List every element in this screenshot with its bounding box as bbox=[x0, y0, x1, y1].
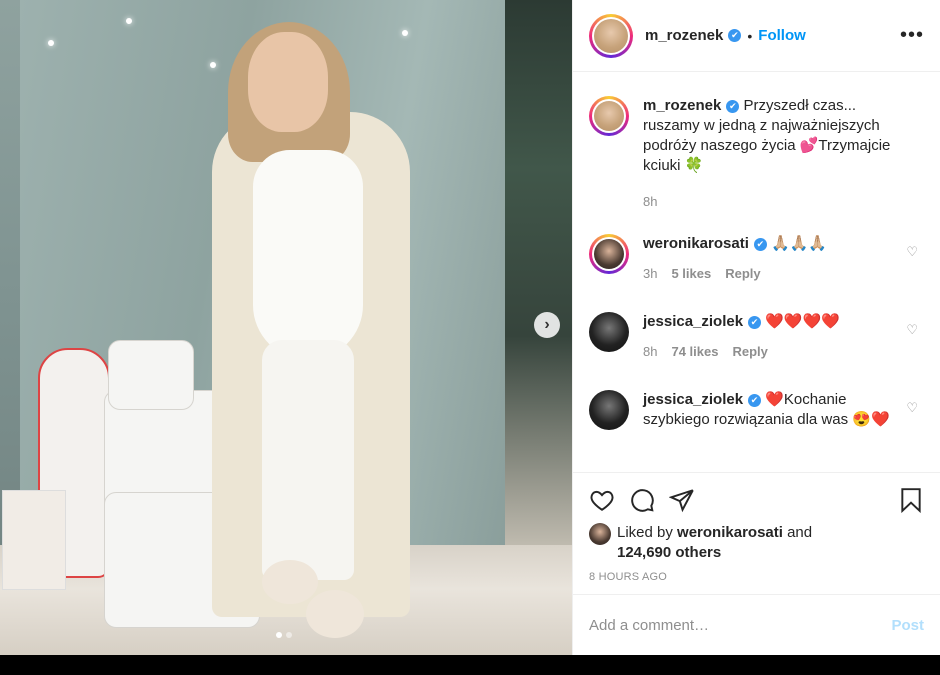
next-image-button[interactable]: › bbox=[534, 312, 560, 338]
reply-button[interactable]: Reply bbox=[732, 342, 767, 362]
author-avatar[interactable] bbox=[589, 13, 633, 58]
background-doorway bbox=[505, 0, 572, 560]
ceiling-light bbox=[402, 30, 408, 36]
verified-badge-icon: ✔ bbox=[748, 393, 762, 407]
comment-item: jessica_ziolek ✔ ❤️❤️❤️❤️ 8h 74 likes Rep… bbox=[589, 312, 924, 362]
comment-time[interactable]: 8h bbox=[643, 342, 657, 362]
carousel-indicator bbox=[276, 632, 292, 638]
carousel-dot bbox=[286, 632, 292, 638]
ceiling-light bbox=[126, 18, 132, 24]
verified-badge-icon: ✔ bbox=[748, 315, 762, 329]
fluffy-slipper bbox=[306, 590, 364, 638]
comment-icon[interactable] bbox=[629, 487, 655, 513]
post-side-panel: m_rozenek ✔ • Follow ••• m_rozenek ✔ Przy… bbox=[572, 0, 940, 655]
comment-body: weronikarosati ✔ 🙏🏼🙏🏼🙏🏼 3h 5 likes Reply bbox=[643, 234, 893, 284]
verified-badge-icon: ✔ bbox=[726, 99, 740, 113]
small-heart-icon[interactable]: ♡ bbox=[906, 244, 918, 260]
likes-summary: Liked by weronikarosati and 124,690 othe… bbox=[589, 523, 924, 563]
comment-username[interactable]: jessica_ziolek bbox=[643, 391, 743, 408]
comment-likes[interactable]: 5 likes bbox=[671, 264, 711, 284]
product-box bbox=[2, 490, 66, 590]
add-comment-bar: Post bbox=[573, 594, 940, 655]
post-comment-button[interactable]: Post bbox=[891, 617, 924, 634]
author-username[interactable]: m_rozenek bbox=[645, 27, 723, 44]
comment-avatar[interactable] bbox=[589, 312, 629, 352]
caption: m_rozenek ✔ Przyszedł czas... ruszamy w j… bbox=[589, 96, 924, 212]
liked-by-joiner: and bbox=[787, 524, 813, 541]
likes-count[interactable]: 124,690 others bbox=[617, 544, 721, 561]
fluffy-slipper bbox=[262, 560, 318, 604]
white-top bbox=[253, 150, 363, 360]
caption-body: m_rozenek ✔ Przyszedł czas... ruszamy w j… bbox=[643, 96, 893, 212]
vanity-case bbox=[108, 340, 194, 410]
small-heart-icon[interactable]: ♡ bbox=[906, 400, 918, 416]
follow-button[interactable]: Follow bbox=[758, 27, 806, 44]
comment-avatar[interactable] bbox=[589, 390, 629, 430]
comment-likes[interactable]: 74 likes bbox=[671, 342, 718, 362]
face bbox=[248, 32, 328, 132]
ceiling-light bbox=[48, 40, 54, 46]
bookmark-icon[interactable] bbox=[898, 487, 924, 513]
comment-body: jessica_ziolek ✔ ❤️❤️❤️❤️ 8h 74 likes Rep… bbox=[643, 312, 893, 362]
comment-time[interactable]: 3h bbox=[643, 264, 657, 284]
liked-by-prefix: Liked by bbox=[617, 524, 673, 541]
post-header: m_rozenek ✔ • Follow ••• bbox=[573, 0, 940, 72]
verified-badge-icon: ✔ bbox=[728, 29, 742, 42]
liker-avatar[interactable] bbox=[589, 523, 611, 545]
verified-badge-icon: ✔ bbox=[753, 237, 767, 251]
caption-time[interactable]: 8h bbox=[643, 192, 657, 212]
carousel-dot bbox=[276, 632, 282, 638]
post-timestamp[interactable]: 8 HOURS AGO bbox=[589, 571, 924, 583]
comment-item: weronikarosati ✔ 🙏🏼🙏🏼🙏🏼 3h 5 likes Reply … bbox=[589, 234, 924, 284]
more-options-icon[interactable]: ••• bbox=[900, 24, 924, 47]
action-bar: Liked by weronikarosati and 124,690 othe… bbox=[573, 472, 940, 583]
separator-dot: • bbox=[747, 27, 753, 44]
reply-button[interactable]: Reply bbox=[725, 264, 760, 284]
comment-username[interactable]: jessica_ziolek bbox=[643, 313, 743, 330]
heart-icon[interactable] bbox=[589, 487, 615, 513]
ceiling-light bbox=[210, 62, 216, 68]
comments-list[interactable]: m_rozenek ✔ Przyszedł czas... ruszamy w j… bbox=[573, 72, 940, 472]
comment-input[interactable] bbox=[589, 616, 892, 634]
white-leggings bbox=[262, 340, 354, 580]
caption-avatar[interactable] bbox=[589, 96, 629, 136]
comment-item: jessica_ziolek ✔ ❤️Kochanie szybkiego roz… bbox=[589, 390, 924, 430]
chevron-right-icon: › bbox=[544, 316, 550, 333]
comment-avatar[interactable] bbox=[589, 234, 629, 274]
comment-username[interactable]: weronikarosati bbox=[643, 235, 749, 252]
comment-text: ❤️❤️❤️❤️ bbox=[765, 313, 840, 330]
post-image[interactable]: › bbox=[0, 0, 572, 655]
comment-text: 🙏🏼🙏🏼🙏🏼 bbox=[771, 235, 828, 252]
small-heart-icon[interactable]: ♡ bbox=[906, 322, 918, 338]
caption-username[interactable]: m_rozenek bbox=[643, 97, 721, 114]
liker-username[interactable]: weronikarosati bbox=[677, 524, 783, 541]
share-icon[interactable] bbox=[669, 487, 695, 513]
comment-body: jessica_ziolek ✔ ❤️Kochanie szybkiego roz… bbox=[643, 390, 893, 430]
